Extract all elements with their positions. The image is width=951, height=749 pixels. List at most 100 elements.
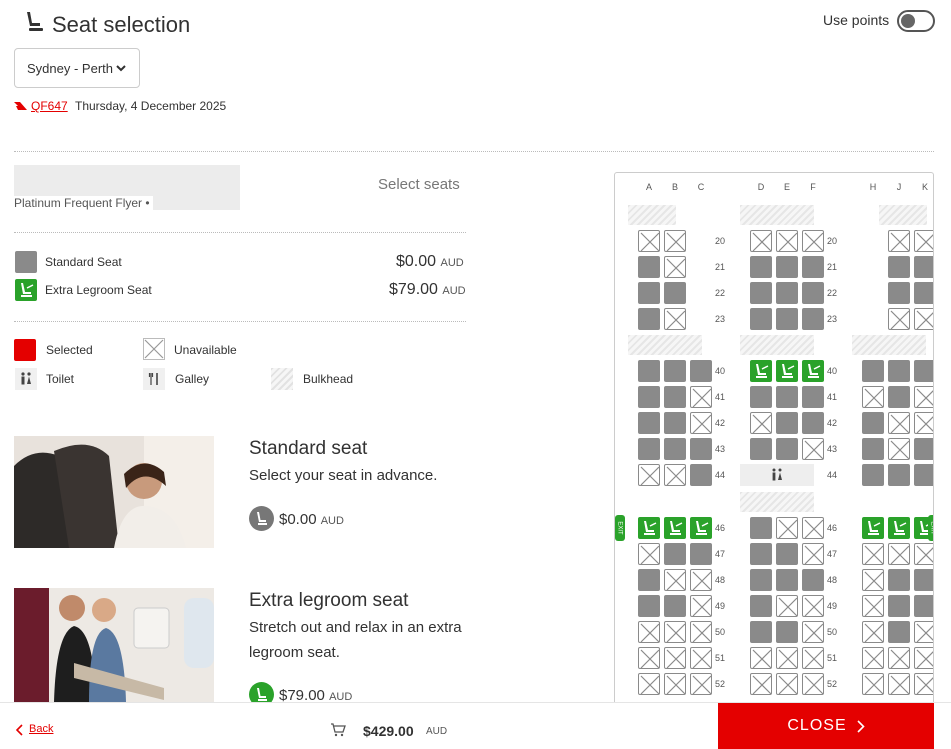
seat-available[interactable] xyxy=(750,308,772,330)
total-currency: AUD xyxy=(426,726,448,737)
row-number: 22 xyxy=(714,288,725,298)
seat-available[interactable] xyxy=(750,595,772,617)
bulkhead-block xyxy=(879,205,927,225)
seat-map[interactable]: A B C D E F H J K 20 20 21 21 22 22 23 23 40 40 41 41 42 42 43 4… xyxy=(614,172,934,712)
seat-available[interactable] xyxy=(638,412,660,434)
seat-available[interactable] xyxy=(802,412,824,434)
close-button[interactable]: CLOSE xyxy=(718,703,934,749)
seat-available[interactable] xyxy=(750,282,772,304)
seat-available[interactable] xyxy=(750,256,772,278)
seat-unavailable xyxy=(914,308,933,330)
flight-number-link[interactable]: QF647 xyxy=(31,99,68,113)
seat-available[interactable] xyxy=(776,412,798,434)
seat-available[interactable] xyxy=(914,569,933,591)
seat-available[interactable] xyxy=(802,308,824,330)
seat-available[interactable] xyxy=(888,282,910,304)
seat-available[interactable] xyxy=(750,543,772,565)
route-select[interactable]: Sydney - Perth xyxy=(14,48,140,88)
seat-available[interactable] xyxy=(888,360,910,382)
seat-available[interactable] xyxy=(638,438,660,460)
seat-available[interactable] xyxy=(664,282,686,304)
seat-unavailable xyxy=(802,517,824,539)
seat-available[interactable] xyxy=(750,517,772,539)
seat-available[interactable] xyxy=(776,308,798,330)
seat-available[interactable] xyxy=(802,256,824,278)
use-points-toggle[interactable] xyxy=(897,10,935,32)
seat-available[interactable] xyxy=(664,543,686,565)
seat-extra-legroom[interactable] xyxy=(638,517,660,539)
select-seats-label[interactable]: Select seats xyxy=(378,176,460,193)
seat-available[interactable] xyxy=(638,595,660,617)
seat-extra-legroom[interactable] xyxy=(888,517,910,539)
seat-available[interactable] xyxy=(664,386,686,408)
seat-available[interactable] xyxy=(690,543,712,565)
seat-available[interactable] xyxy=(638,282,660,304)
seat-unavailable xyxy=(750,673,772,695)
seat-available[interactable] xyxy=(638,256,660,278)
seat-unavailable xyxy=(690,412,712,434)
seat-available[interactable] xyxy=(690,464,712,486)
seat-available[interactable] xyxy=(914,595,933,617)
seat-available[interactable] xyxy=(888,464,910,486)
seat-available[interactable] xyxy=(914,438,933,460)
seat-available[interactable] xyxy=(776,282,798,304)
seat-unavailable xyxy=(750,230,772,252)
chevron-left-icon[interactable] xyxy=(16,724,24,736)
seat-available[interactable] xyxy=(776,256,798,278)
seat-available[interactable] xyxy=(776,543,798,565)
seat-available[interactable] xyxy=(638,569,660,591)
seat-extra-legroom[interactable] xyxy=(862,517,884,539)
seat-unavailable xyxy=(914,412,933,434)
seat-available[interactable] xyxy=(776,569,798,591)
seat-unavailable xyxy=(802,595,824,617)
seat-available[interactable] xyxy=(664,360,686,382)
seat-available[interactable] xyxy=(802,386,824,408)
seat-available[interactable] xyxy=(888,595,910,617)
seat-available[interactable] xyxy=(664,438,686,460)
seat-available[interactable] xyxy=(888,569,910,591)
seat-available[interactable] xyxy=(664,595,686,617)
chevron-right-icon xyxy=(857,719,865,733)
toilet-label: Toilet xyxy=(46,372,75,386)
seat-available[interactable] xyxy=(776,438,798,460)
seat-extra-legroom[interactable] xyxy=(776,360,798,382)
seat-extra-legroom[interactable] xyxy=(750,360,772,382)
seat-available[interactable] xyxy=(690,438,712,460)
seat-available[interactable] xyxy=(690,360,712,382)
seat-available[interactable] xyxy=(638,386,660,408)
back-link[interactable]: Back xyxy=(29,723,53,735)
seat-available[interactable] xyxy=(802,569,824,591)
seat-available[interactable] xyxy=(750,386,772,408)
seat-available[interactable] xyxy=(750,621,772,643)
row-number: 40 xyxy=(826,366,837,376)
legroom-seat-promo-desc: Stretch out and relax in an extra legroo… xyxy=(249,619,462,661)
seat-available[interactable] xyxy=(914,360,933,382)
seat-extra-legroom[interactable] xyxy=(664,517,686,539)
seat-unavailable xyxy=(664,308,686,330)
seat-available[interactable] xyxy=(750,438,772,460)
seat-available[interactable] xyxy=(862,464,884,486)
seat-unavailable xyxy=(862,386,884,408)
seat-available[interactable] xyxy=(862,438,884,460)
seat-available[interactable] xyxy=(750,569,772,591)
seat-extra-legroom[interactable] xyxy=(690,517,712,539)
standard-seat-promo-desc: Select your seat in advance. xyxy=(249,467,438,484)
seat-available[interactable] xyxy=(888,386,910,408)
seat-available[interactable] xyxy=(862,412,884,434)
seat-available[interactable] xyxy=(888,256,910,278)
seat-available[interactable] xyxy=(914,282,933,304)
seat-available[interactable] xyxy=(862,360,884,382)
seat-available[interactable] xyxy=(776,386,798,408)
seat-available[interactable] xyxy=(914,464,933,486)
seat-available[interactable] xyxy=(664,412,686,434)
seat-available[interactable] xyxy=(776,621,798,643)
seat-extra-legroom[interactable] xyxy=(802,360,824,382)
seat-unavailable xyxy=(914,230,933,252)
chevron-down-icon xyxy=(116,65,126,72)
seat-available[interactable] xyxy=(802,282,824,304)
seat-available[interactable] xyxy=(638,360,660,382)
seat-available[interactable] xyxy=(888,621,910,643)
seat-available[interactable] xyxy=(638,308,660,330)
standard-seat-price: $0.00 AUD xyxy=(396,253,464,270)
seat-available[interactable] xyxy=(914,256,933,278)
